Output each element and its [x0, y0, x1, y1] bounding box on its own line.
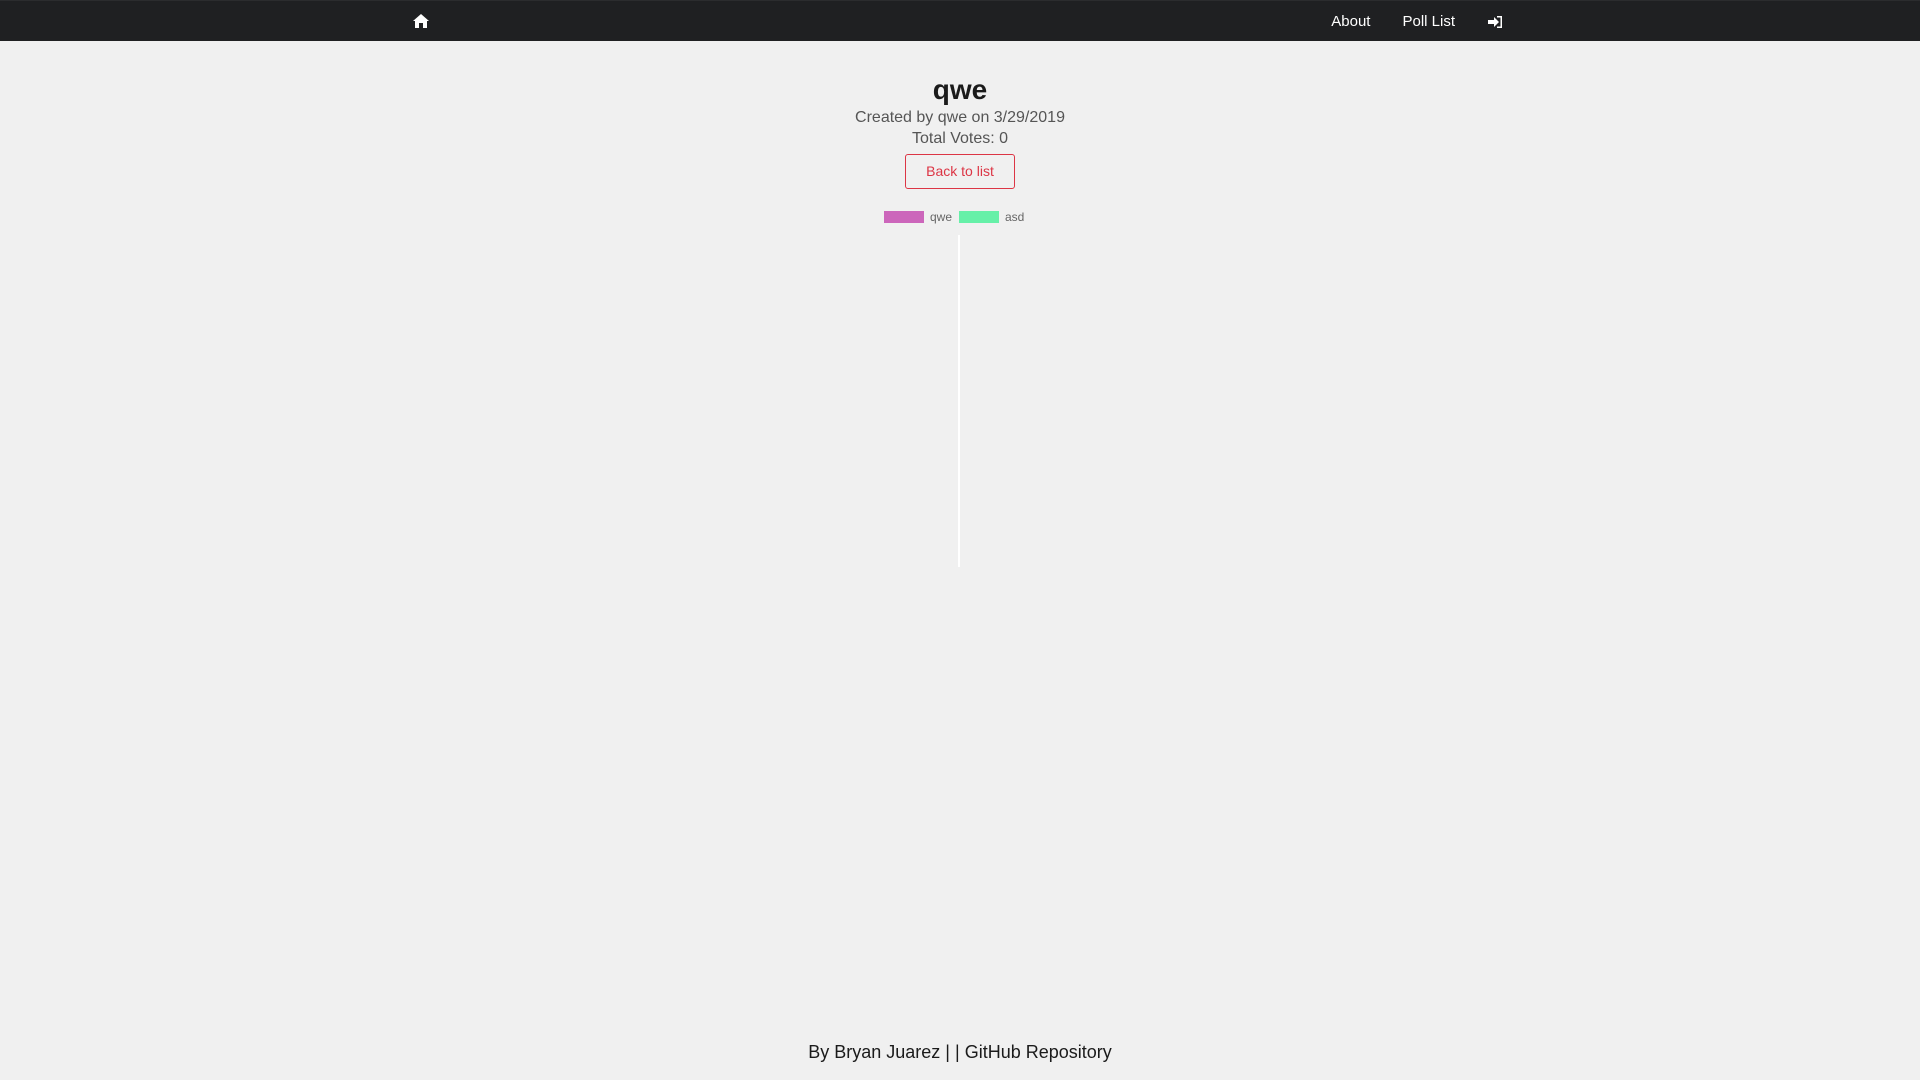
poll-results-chart: qwe asd: [0, 200, 1920, 580]
legend-label-qwe: qwe: [930, 210, 952, 224]
nav-poll-list-link[interactable]: Poll List: [1402, 13, 1455, 30]
legend-swatch-asd[interactable]: [959, 211, 999, 223]
back-to-list-button[interactable]: Back to list: [905, 154, 1015, 189]
sign-in-icon[interactable]: [1487, 15, 1503, 29]
footer: By Bryan Juarez | | GitHub Repository: [0, 1042, 1920, 1063]
nav-about-link[interactable]: About: [1331, 13, 1370, 30]
legend-swatch-qwe[interactable]: [884, 211, 924, 223]
chart-svg: qwe asd: [884, 210, 1024, 567]
legend-label-asd: asd: [1005, 210, 1024, 224]
poll-title: qwe: [932, 74, 988, 105]
poll-total-votes: Total Votes: 0: [911, 130, 1009, 147]
nav-links: About Poll List: [1299, 1, 1503, 42]
poll-detail: qwe Created by qwe on 3/29/2019 Total Vo…: [0, 41, 1920, 189]
home-icon[interactable]: [412, 13, 430, 29]
github-repo-link[interactable]: GitHub Repository: [965, 1042, 1112, 1062]
footer-author: By Bryan Juarez |: [808, 1042, 950, 1062]
poll-created-info: Created by qwe on 3/29/2019: [855, 109, 1065, 126]
footer-separator: |: [954, 1042, 960, 1062]
navbar: About Poll List: [0, 0, 1920, 41]
